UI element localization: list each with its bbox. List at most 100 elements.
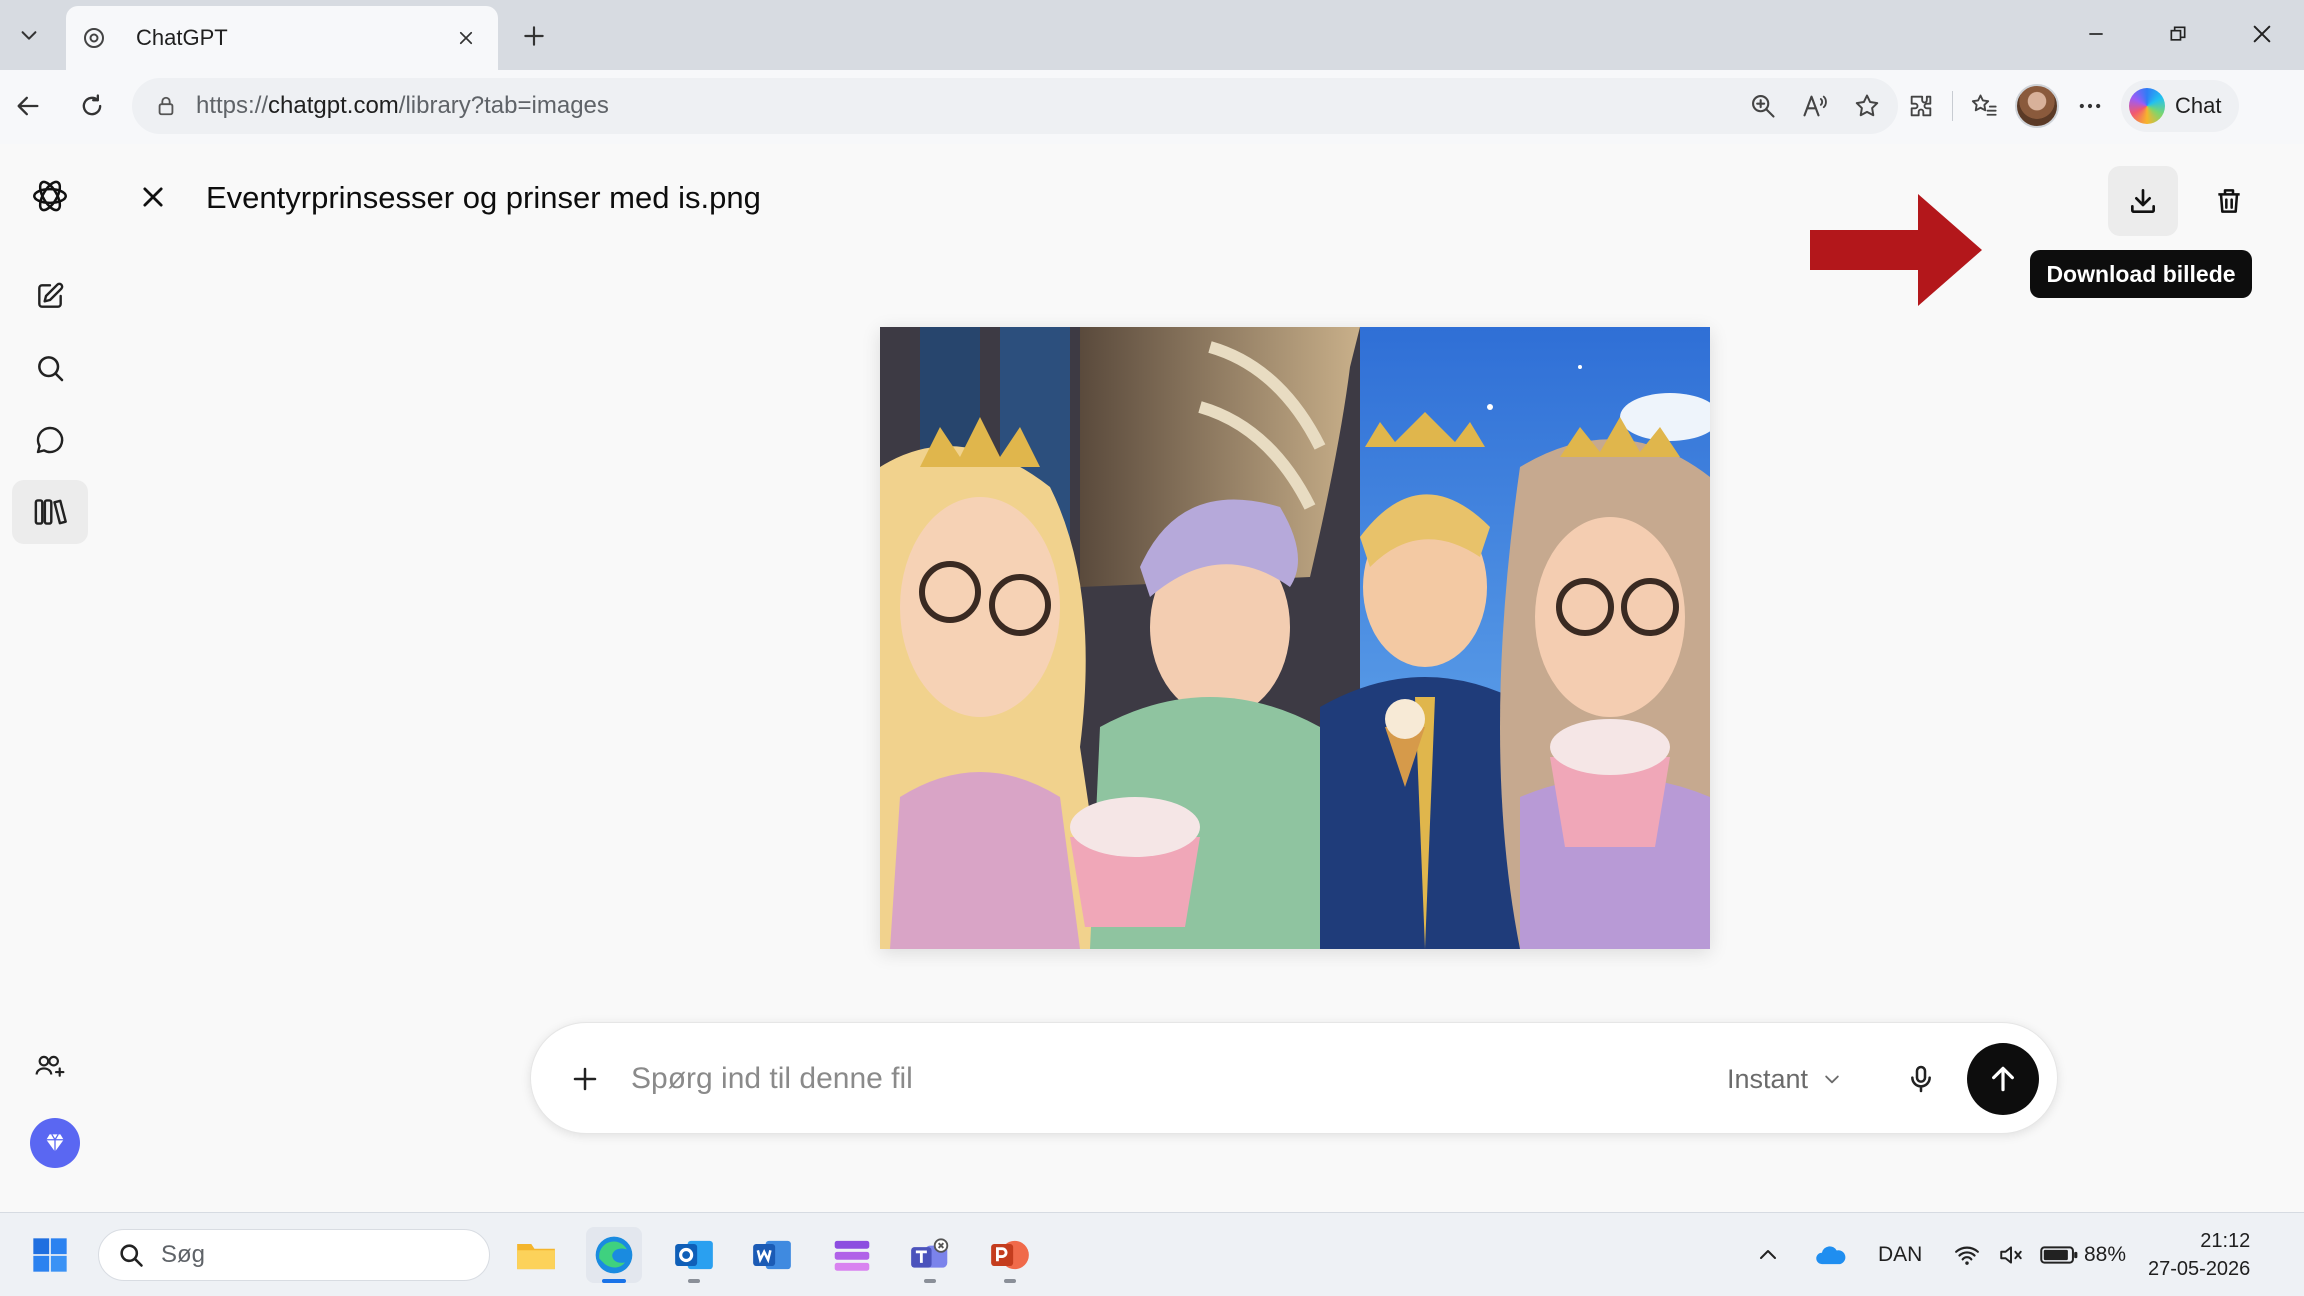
- powerpoint-icon: [991, 1240, 1029, 1270]
- openai-logo-icon: [32, 180, 68, 212]
- clock-date: 27-05-2026: [2148, 1258, 2251, 1280]
- message-composer: Instant: [530, 1022, 2058, 1134]
- chevron-up-icon: [1760, 1250, 1776, 1259]
- file-name: Eventyrprinsesser og prinser med is.png: [206, 180, 761, 215]
- more-options-icon[interactable]: [2073, 89, 2107, 123]
- restore-window-button[interactable]: [2148, 12, 2208, 56]
- address-bar[interactable]: https://chatgpt.com/library?tab=images: [132, 78, 1898, 134]
- show-hidden-icons-button[interactable]: [1756, 1213, 1780, 1296]
- profile-avatar[interactable]: [2015, 84, 2059, 128]
- invite-people-button[interactable]: [12, 1034, 88, 1098]
- generated-image-illustration: [880, 327, 1710, 949]
- openai-favicon-icon: [82, 26, 106, 50]
- restore-icon: [2170, 26, 2186, 41]
- outlook-app[interactable]: [666, 1227, 722, 1283]
- download-icon: [2131, 189, 2155, 213]
- model-selector[interactable]: Instant: [1727, 1057, 1842, 1101]
- generated-image[interactable]: [880, 327, 1710, 949]
- extensions-puzzle-icon[interactable]: [1904, 89, 1938, 123]
- close-icon: [2253, 25, 2271, 43]
- windows-taskbar: Søg DAN 88% 21:12 27-05-2026: [0, 1212, 2304, 1296]
- download-image-button[interactable]: [2108, 166, 2178, 236]
- taskbar-search[interactable]: Søg: [98, 1229, 490, 1281]
- arrow-up-icon: [1992, 1066, 2014, 1092]
- gem-icon: [46, 1133, 64, 1152]
- powerpoint-app[interactable]: [982, 1227, 1038, 1283]
- url-text: https://chatgpt.com/library?tab=images: [196, 92, 609, 119]
- layers-app-icon: [834, 1240, 870, 1271]
- minimize-window-button[interactable]: [2066, 12, 2126, 56]
- new-chat-button[interactable]: [12, 264, 88, 328]
- send-button[interactable]: [1967, 1043, 2039, 1115]
- dictate-button[interactable]: [1895, 1053, 1947, 1105]
- annotation-arrow-icon: [1810, 194, 1982, 306]
- read-aloud-icon[interactable]: [1798, 89, 1832, 123]
- chevron-down-icon: [21, 31, 37, 40]
- close-icon: [143, 187, 163, 207]
- favorites-list-icon[interactable]: [1967, 89, 2001, 123]
- teams-icon: [911, 1238, 949, 1268]
- teams-app[interactable]: [902, 1227, 958, 1283]
- close-icon: [459, 31, 473, 45]
- copilot-icon: [2129, 88, 2165, 124]
- zoom-icon[interactable]: [1746, 89, 1780, 123]
- folder-icon: [517, 1244, 555, 1270]
- word-icon: [753, 1240, 791, 1270]
- trash-icon: [2218, 189, 2240, 213]
- battery-percent: 88%: [2084, 1243, 2127, 1266]
- word-app[interactable]: [744, 1227, 800, 1283]
- chatgpt-page: Eventyrprinsesser og prinser med is.png …: [0, 144, 2304, 1212]
- language-indicator[interactable]: DAN: [1878, 1213, 1922, 1296]
- taskbar-clock[interactable]: 21:12 27-05-2026: [2148, 1227, 2250, 1283]
- edge-browser-app[interactable]: [586, 1227, 642, 1283]
- chats-button[interactable]: [12, 408, 88, 472]
- chat-bubble-icon: [36, 426, 64, 454]
- stacked-app[interactable]: [824, 1227, 880, 1283]
- taskbar-search-label: Søg: [161, 1241, 206, 1268]
- onedrive-icon[interactable]: [1814, 1213, 1848, 1296]
- close-window-button[interactable]: [2232, 12, 2292, 56]
- windows-logo-icon: [33, 1238, 67, 1272]
- refresh-icon: [82, 94, 102, 116]
- language-label: DAN: [1878, 1243, 1923, 1266]
- upgrade-plan-button[interactable]: [30, 1118, 80, 1168]
- browser-tab-chatgpt[interactable]: ChatGPT: [66, 6, 498, 70]
- clock-time: 21:12: [2200, 1230, 2251, 1252]
- chevron-down-icon: [1825, 1075, 1839, 1084]
- openai-home-button[interactable]: [12, 164, 88, 228]
- search-icon: [120, 1244, 143, 1267]
- minimize-icon: [2089, 33, 2103, 35]
- plus-icon: [573, 1067, 597, 1091]
- close-viewer-button[interactable]: [130, 174, 176, 220]
- library-icon: [34, 499, 67, 525]
- lock-icon[interactable]: [152, 92, 180, 120]
- tab-close-button[interactable]: [450, 22, 482, 54]
- new-tab-button[interactable]: [512, 14, 556, 58]
- file-explorer-app[interactable]: [508, 1227, 564, 1283]
- arrow-left-icon: [17, 96, 39, 116]
- composer-input[interactable]: [631, 1049, 1631, 1109]
- outlook-icon: [675, 1240, 713, 1270]
- refresh-button[interactable]: [70, 84, 114, 128]
- favorite-star-icon[interactable]: [1850, 89, 1884, 123]
- search-chats-button[interactable]: [12, 336, 88, 400]
- toolbar-divider: [1952, 91, 1953, 121]
- copilot-chat-button[interactable]: Chat: [2121, 80, 2240, 132]
- back-button[interactable]: [6, 84, 50, 128]
- library-button[interactable]: [12, 480, 88, 544]
- tab-actions-button[interactable]: [6, 12, 52, 58]
- sidebar: [0, 144, 100, 1212]
- add-attachment-button[interactable]: [561, 1055, 609, 1103]
- battery-icon: [2040, 1246, 2078, 1264]
- start-button[interactable]: [22, 1227, 78, 1283]
- microphone-icon: [1911, 1065, 1931, 1093]
- model-selector-label: Instant: [1727, 1063, 1809, 1094]
- download-tooltip: Download billede: [2030, 250, 2252, 298]
- delete-image-button[interactable]: [2196, 168, 2262, 234]
- plus-icon: [524, 26, 544, 46]
- battery-indicator[interactable]: 88%: [2040, 1213, 2126, 1296]
- edge-icon: [595, 1236, 633, 1274]
- invite-people-icon: [35, 1055, 65, 1077]
- wifi-icon[interactable]: [1952, 1213, 1982, 1296]
- volume-muted-icon[interactable]: [1996, 1213, 2026, 1296]
